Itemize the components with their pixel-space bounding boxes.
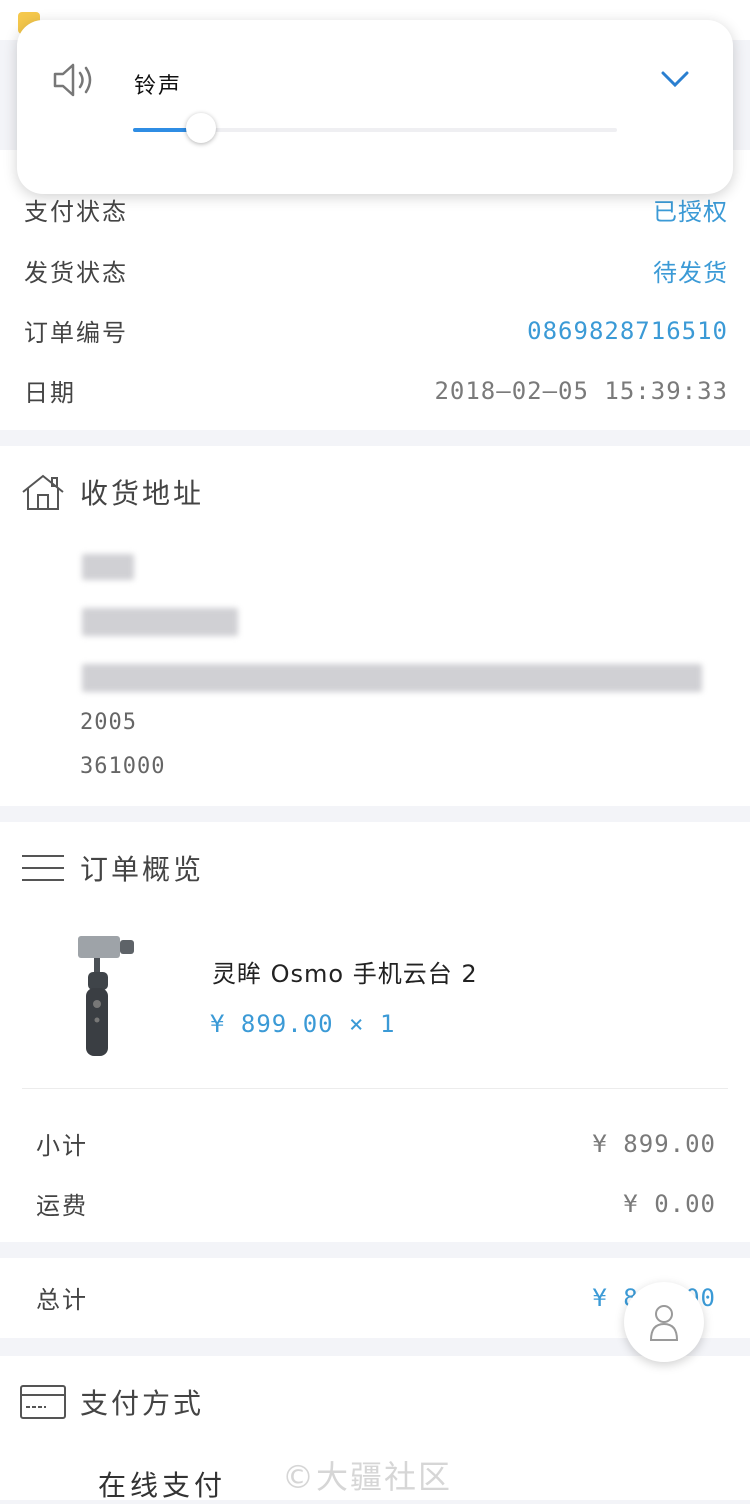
speaker-icon[interactable] — [53, 60, 99, 100]
shipping-status-label: 发货状态 — [24, 259, 128, 287]
total-row: 总计 ¥ 899.00 — [36, 1280, 716, 1315]
volume-slider-thumb[interactable] — [185, 113, 216, 143]
address-title: 收货地址 — [80, 477, 205, 510]
date-row: 日期 2018—02—05 15:39:33 — [24, 373, 728, 408]
chevron-down-icon[interactable] — [661, 70, 689, 88]
order-number-value[interactable]: 0869828716510 — [527, 317, 728, 345]
date-label: 日期 — [24, 379, 76, 407]
payment-method-title: 支付方式 — [80, 1387, 205, 1420]
order-number-row: 订单编号 0869828716510 — [24, 313, 728, 348]
payment-status-label: 支付状态 — [24, 198, 128, 226]
subtotal-label: 小计 — [36, 1132, 88, 1160]
subtotal-row: 小计 ¥ 899.00 — [36, 1126, 716, 1161]
order-overview-title: 订单概览 — [80, 853, 205, 886]
order-overview-header: 订单概览 — [20, 848, 204, 888]
date-value: 2018—02—05 15:39:33 — [434, 376, 728, 405]
address-line-postal1: 2005 — [80, 710, 137, 735]
shipping-fee-value: ¥ 0.00 — [623, 1189, 716, 1218]
person-icon — [649, 1305, 679, 1341]
order-number-label: 订单编号 — [24, 319, 128, 347]
shipping-status-value: 待发货 — [653, 259, 728, 287]
payment-method-header: 支付方式 — [20, 1382, 204, 1422]
shipping-fee-label: 运费 — [36, 1192, 88, 1220]
address-card: 收货地址 2005 361000 — [0, 446, 750, 806]
total-label: 总计 — [36, 1286, 88, 1314]
house-icon — [22, 474, 64, 510]
product-name: 灵眸 Osmo 手机云台 2 — [212, 960, 478, 988]
payment-status-row: 支付状态 已授权 — [24, 192, 728, 227]
address-line-postal2: 361000 — [80, 754, 166, 779]
shipping-status-row: 发货状态 待发货 — [24, 253, 728, 288]
address-header: 收货地址 — [20, 472, 204, 512]
order-overview-card: 订单概览 灵眸 Osmo 手机云台 2 ¥ 899.00 × 1 小计 ¥ 89… — [0, 822, 750, 1242]
volume-label: 铃声 — [134, 74, 183, 99]
subtotal-value: ¥ 899.00 — [592, 1129, 716, 1158]
payment-method-value[interactable]: 在线支付 — [98, 1464, 226, 1504]
volume-popup: 铃声 — [17, 20, 733, 194]
volume-slider-track[interactable] — [133, 113, 617, 143]
product-item[interactable]: 灵眸 Osmo 手机云台 2 ¥ 899.00 × 1 — [0, 922, 750, 1072]
payment-status-value: 已授权 — [653, 198, 728, 226]
card-icon — [20, 1385, 66, 1419]
customer-service-button[interactable] — [624, 1282, 704, 1362]
product-gimbal-image — [78, 936, 134, 1056]
shipping-fee-row: 运费 ¥ 0.00 — [36, 1186, 716, 1221]
watermark: ©大疆社区 — [282, 1458, 453, 1496]
divider — [22, 1088, 728, 1089]
list-icon — [22, 855, 64, 881]
product-price: ¥ 899.00 × 1 — [210, 1010, 396, 1038]
